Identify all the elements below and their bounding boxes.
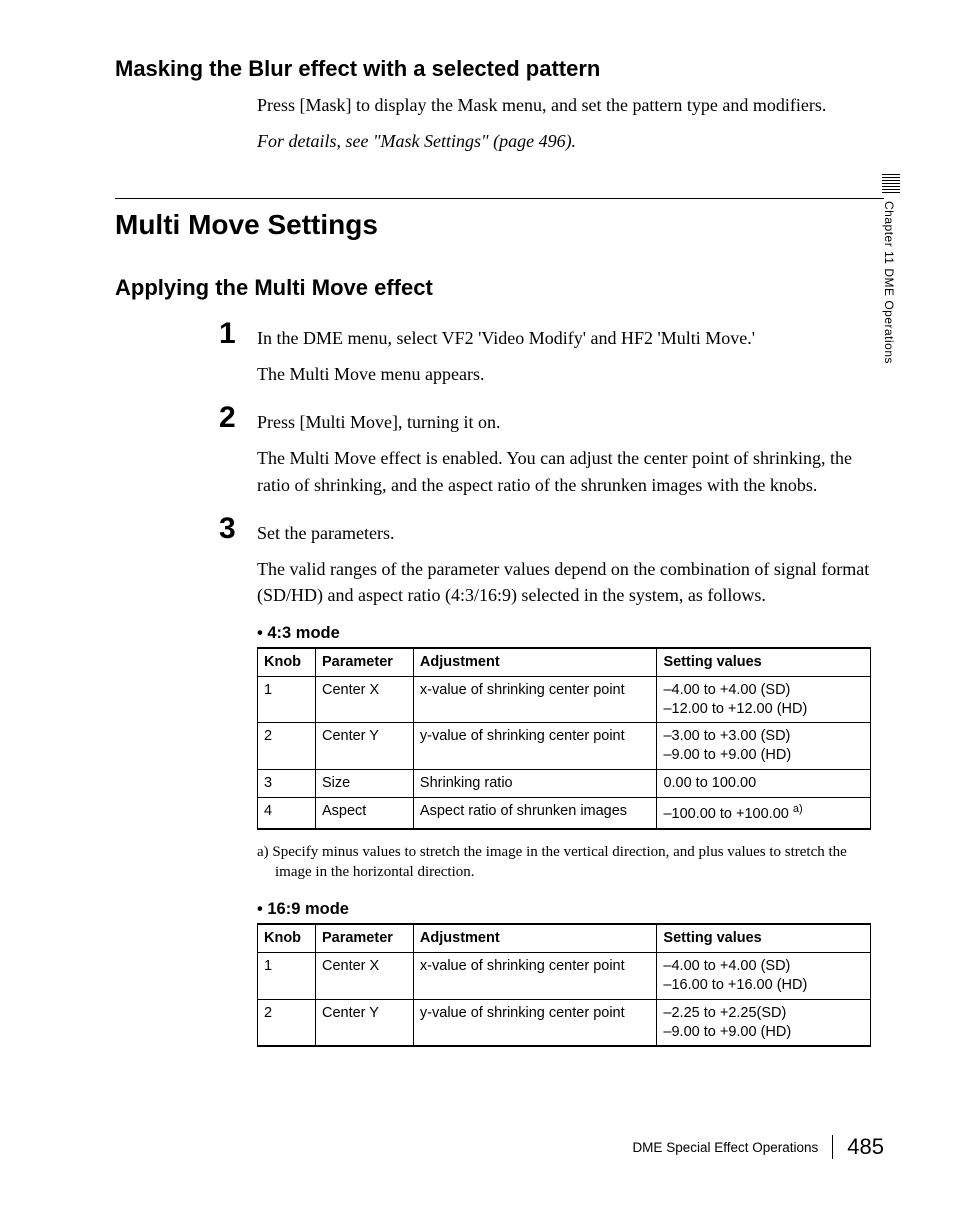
step-number: 2 — [219, 403, 257, 433]
heading-masking: Masking the Blur effect with a selected … — [115, 56, 884, 82]
table-43-mode: Knob Parameter Adjustment Setting values… — [257, 647, 871, 830]
cell-knob: 4 — [258, 798, 316, 829]
cell-knob: 1 — [258, 953, 316, 1000]
step-number: 1 — [219, 319, 257, 349]
footer-divider — [832, 1135, 833, 1159]
table-43-title: • 4:3 mode — [257, 624, 884, 643]
step-text: Set the parameters. — [257, 514, 394, 546]
para-mask-instruction: Press [Mask] to display the Mask menu, a… — [257, 92, 884, 118]
cell-knob: 2 — [258, 723, 316, 770]
cell-knob: 3 — [258, 770, 316, 798]
step-1: 1 In the DME menu, select VF2 'Video Mod… — [219, 319, 884, 351]
side-tab: Chapter 11 DME Operations — [882, 174, 902, 364]
step-3: 3 Set the parameters. — [219, 514, 884, 546]
col-header-parameter: Parameter — [315, 648, 413, 676]
cell-param: Center Y — [315, 999, 413, 1046]
step-3-sub: The valid ranges of the parameter values… — [257, 556, 884, 608]
table-169-mode: Knob Parameter Adjustment Setting values… — [257, 923, 871, 1047]
cell-knob: 2 — [258, 999, 316, 1046]
step-number: 3 — [219, 514, 257, 544]
cell-adj: x-value of shrinking center point — [413, 676, 657, 723]
cell-param: Size — [315, 770, 413, 798]
table-row: 1 Center X x-value of shrinking center p… — [258, 676, 871, 723]
col-header-knob: Knob — [258, 924, 316, 952]
table-row: 1 Center X x-value of shrinking center p… — [258, 953, 871, 1000]
heading-multi-move-settings: Multi Move Settings — [115, 209, 884, 241]
cell-param: Center Y — [315, 723, 413, 770]
col-header-adjustment: Adjustment — [413, 924, 657, 952]
table-row: 4 Aspect Aspect ratio of shrunken images… — [258, 798, 871, 829]
col-header-values: Setting values — [657, 648, 871, 676]
col-header-values: Setting values — [657, 924, 871, 952]
step-2: 2 Press [Multi Move], turning it on. — [219, 403, 884, 435]
cell-val: –4.00 to +4.00 (SD)–16.00 to +16.00 (HD) — [657, 953, 871, 1000]
table-169-title: • 16:9 mode — [257, 900, 884, 919]
step-2-sub: The Multi Move effect is enabled. You ca… — [257, 445, 884, 497]
cell-adj: y-value of shrinking center point — [413, 723, 657, 770]
para-mask-reference: For details, see "Mask Settings" (page 4… — [257, 128, 884, 154]
col-header-parameter: Parameter — [315, 924, 413, 952]
footer-section-title: DME Special Effect Operations — [632, 1140, 818, 1155]
cell-param: Aspect — [315, 798, 413, 829]
table-row: 2 Center Y y-value of shrinking center p… — [258, 999, 871, 1046]
cell-val: –3.00 to +3.00 (SD)–9.00 to +9.00 (HD) — [657, 723, 871, 770]
side-tab-lines — [882, 174, 902, 193]
cell-knob: 1 — [258, 676, 316, 723]
table-header-row: Knob Parameter Adjustment Setting values — [258, 648, 871, 676]
table-row: 2 Center Y y-value of shrinking center p… — [258, 723, 871, 770]
section-divider — [115, 198, 884, 199]
table-row: 3 Size Shrinking ratio 0.00 to 100.00 — [258, 770, 871, 798]
cell-val-text: –100.00 to +100.00 — [663, 806, 788, 822]
footnote-marker: a) — [793, 803, 803, 815]
heading-applying-multi-move: Applying the Multi Move effect — [115, 275, 884, 301]
col-header-knob: Knob — [258, 648, 316, 676]
page-number: 485 — [847, 1134, 884, 1160]
table-43-footnote: a) Specify minus values to stretch the i… — [257, 842, 884, 883]
cell-val: –2.25 to +2.25(SD)–9.00 to +9.00 (HD) — [657, 999, 871, 1046]
side-tab-text: Chapter 11 DME Operations — [882, 201, 896, 364]
cell-adj: Aspect ratio of shrunken images — [413, 798, 657, 829]
cell-val: –4.00 to +4.00 (SD)–12.00 to +12.00 (HD) — [657, 676, 871, 723]
page-footer: DME Special Effect Operations 485 — [632, 1134, 884, 1160]
step-text: Press [Multi Move], turning it on. — [257, 403, 501, 435]
cell-param: Center X — [315, 953, 413, 1000]
cell-adj: y-value of shrinking center point — [413, 999, 657, 1046]
cell-adj: Shrinking ratio — [413, 770, 657, 798]
col-header-adjustment: Adjustment — [413, 648, 657, 676]
table-header-row: Knob Parameter Adjustment Setting values — [258, 924, 871, 952]
step-1-sub: The Multi Move menu appears. — [257, 361, 884, 387]
cell-param: Center X — [315, 676, 413, 723]
cell-adj: x-value of shrinking center point — [413, 953, 657, 1000]
cell-val: –100.00 to +100.00 a) — [657, 798, 871, 829]
cell-val: 0.00 to 100.00 — [657, 770, 871, 798]
step-text: In the DME menu, select VF2 'Video Modif… — [257, 319, 755, 351]
